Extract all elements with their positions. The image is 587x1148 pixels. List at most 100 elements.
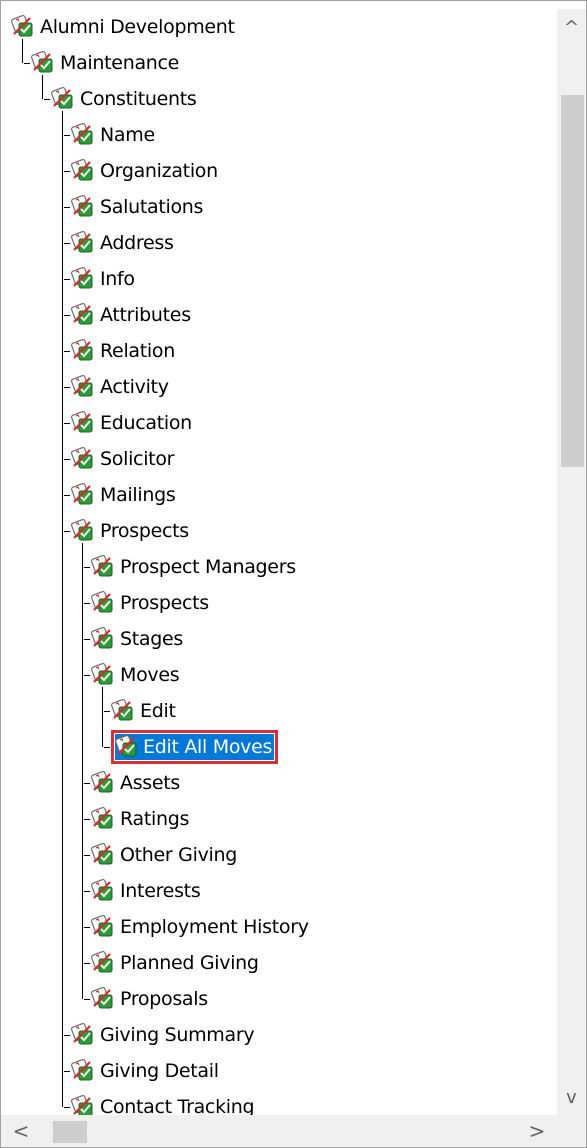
tree-item-label: Employment History [120,916,309,938]
tree-item-content[interactable]: Alumni Development [11,14,237,40]
tree-item[interactable]: Address [64,227,176,259]
tree-item-content[interactable]: Prospects [91,590,211,616]
tree-item-content[interactable]: Moves [91,662,181,688]
module-check-icon [71,1095,95,1115]
tree-item[interactable]: Contact Tracking [64,1091,256,1115]
tree-item[interactable]: Constituents [44,83,199,115]
tree-item-content[interactable]: Relation [71,338,177,364]
tree-item[interactable]: Edit [104,695,178,727]
tree-item-content[interactable]: Activity [71,374,171,400]
module-check-icon [71,519,95,543]
tree-item-content[interactable]: Employment History [91,914,311,940]
tree-item-content[interactable]: Interests [91,878,202,904]
tree-item-content[interactable]: Mailings [71,482,177,508]
module-check-icon [71,375,95,399]
vertical-scrollbar[interactable]: ^ v [557,9,586,1115]
tree-item-content[interactable]: Planned Giving [91,950,261,976]
tree-item[interactable]: Other Giving [84,839,239,871]
tree-item-label: Assets [120,772,181,794]
tree-item[interactable]: Prospects [84,587,211,619]
tree-item[interactable]: Planned Giving [84,947,261,979]
tree-item-content[interactable]: Giving Detail [71,1058,221,1084]
tree-item[interactable]: Mailings [64,479,177,511]
tree-item-content[interactable]: Stages [91,626,185,652]
module-check-icon [71,1023,95,1047]
tree-item[interactable]: Name [64,119,157,151]
tree-item-content[interactable]: Maintenance [31,50,181,76]
tree-branch-line [84,566,90,568]
tree-branch-line [84,890,90,892]
tree-item[interactable]: Giving Detail [64,1055,221,1087]
chevron-right-icon[interactable]: > [517,1115,557,1147]
tree-item-content[interactable]: Salutations [71,194,205,220]
tree-branch-line [104,746,110,748]
tree-item-content[interactable]: Edit [111,698,178,724]
tree-item-content[interactable]: Solicitor [71,446,176,472]
tree-item-content[interactable]: Name [71,122,157,148]
tree-item[interactable]: Education [64,407,194,439]
tree-item[interactable]: Moves [84,659,181,691]
module-check-icon [91,807,115,831]
tree-item-content[interactable]: Organization [71,158,220,184]
tree-item-label: Planned Giving [120,952,259,974]
tree-item[interactable]: Prospect Managers [84,551,298,583]
tree-item-content[interactable]: Info [71,266,137,292]
tree-item[interactable]: Ratings [84,803,191,835]
vertical-scroll-thumb[interactable] [561,95,584,467]
tree-item-label: Constituents [80,88,197,110]
horizontal-scroll-thumb[interactable] [53,1121,87,1143]
tree-item-content[interactable]: Prospect Managers [91,554,298,580]
tree-item-content[interactable]: Giving Summary [71,1022,256,1048]
tree-item-content[interactable]: Contact Tracking [71,1094,256,1115]
module-check-icon [91,627,115,651]
tree-item[interactable]: Interests [84,875,202,907]
tree-item[interactable]: Edit All Moves [104,730,279,764]
tree-item[interactable]: Maintenance [24,47,181,79]
tree-item-content[interactable]: Assets [91,770,182,796]
tree-item[interactable]: Attributes [64,299,193,331]
tree-item-label: Organization [100,160,218,182]
tree-branch-line [84,818,90,820]
horizontal-scrollbar[interactable]: < > [1,1115,557,1147]
tree-item[interactable]: Proposals [84,983,210,1015]
tree-item-label: Proposals [120,988,208,1010]
tree-item-content[interactable]: Prospects [71,518,191,544]
tree-item-label: Stages [120,628,184,650]
tree-item-label: Salutations [100,196,204,218]
tree-item[interactable]: Relation [64,335,177,367]
tree-item-content[interactable]: Proposals [91,986,210,1012]
tree-item-content[interactable]: Other Giving [91,842,239,868]
module-check-icon [111,699,135,723]
tree-item[interactable]: Activity [64,371,171,403]
tree-item[interactable]: Giving Summary [64,1019,256,1051]
tree-connector-line [102,687,103,747]
tree-item[interactable]: Employment History [84,911,311,943]
tree-item-label: Contact Tracking [100,1096,255,1115]
tree-branch-line [64,530,70,532]
tree-item-content[interactable]: Education [71,410,194,436]
chevron-up-icon[interactable]: ^ [557,9,586,45]
chevron-down-icon[interactable]: v [557,1079,586,1115]
tree-item-content[interactable]: Address [71,230,176,256]
tree-item[interactable]: Prospects [64,515,191,547]
tree-item-label: Alumni Development [40,16,235,38]
tree-item[interactable]: Salutations [64,191,205,223]
tree-item[interactable]: Organization [64,155,220,187]
module-check-icon [51,87,75,111]
tree-item[interactable]: Stages [84,623,185,655]
module-check-icon [71,267,95,291]
tree-branch-line [44,98,50,100]
tree-item-content[interactable]: Constituents [51,86,199,112]
tree-connector-line [82,543,83,999]
tree-item-label: Giving Detail [100,1060,219,1082]
tree-branch-line [64,350,70,352]
tree-item[interactable]: Solicitor [64,443,176,475]
tree-item-content[interactable]: Attributes [71,302,193,328]
module-check-icon [71,411,95,435]
tree-item[interactable]: Assets [84,767,182,799]
tree-item[interactable]: Info [64,263,137,295]
selected-item-highlight[interactable]: Edit All Moves [111,730,279,764]
chevron-left-icon[interactable]: < [1,1115,41,1147]
tree-item-content[interactable]: Ratings [91,806,191,832]
tree-item[interactable]: Alumni Development [11,11,237,43]
